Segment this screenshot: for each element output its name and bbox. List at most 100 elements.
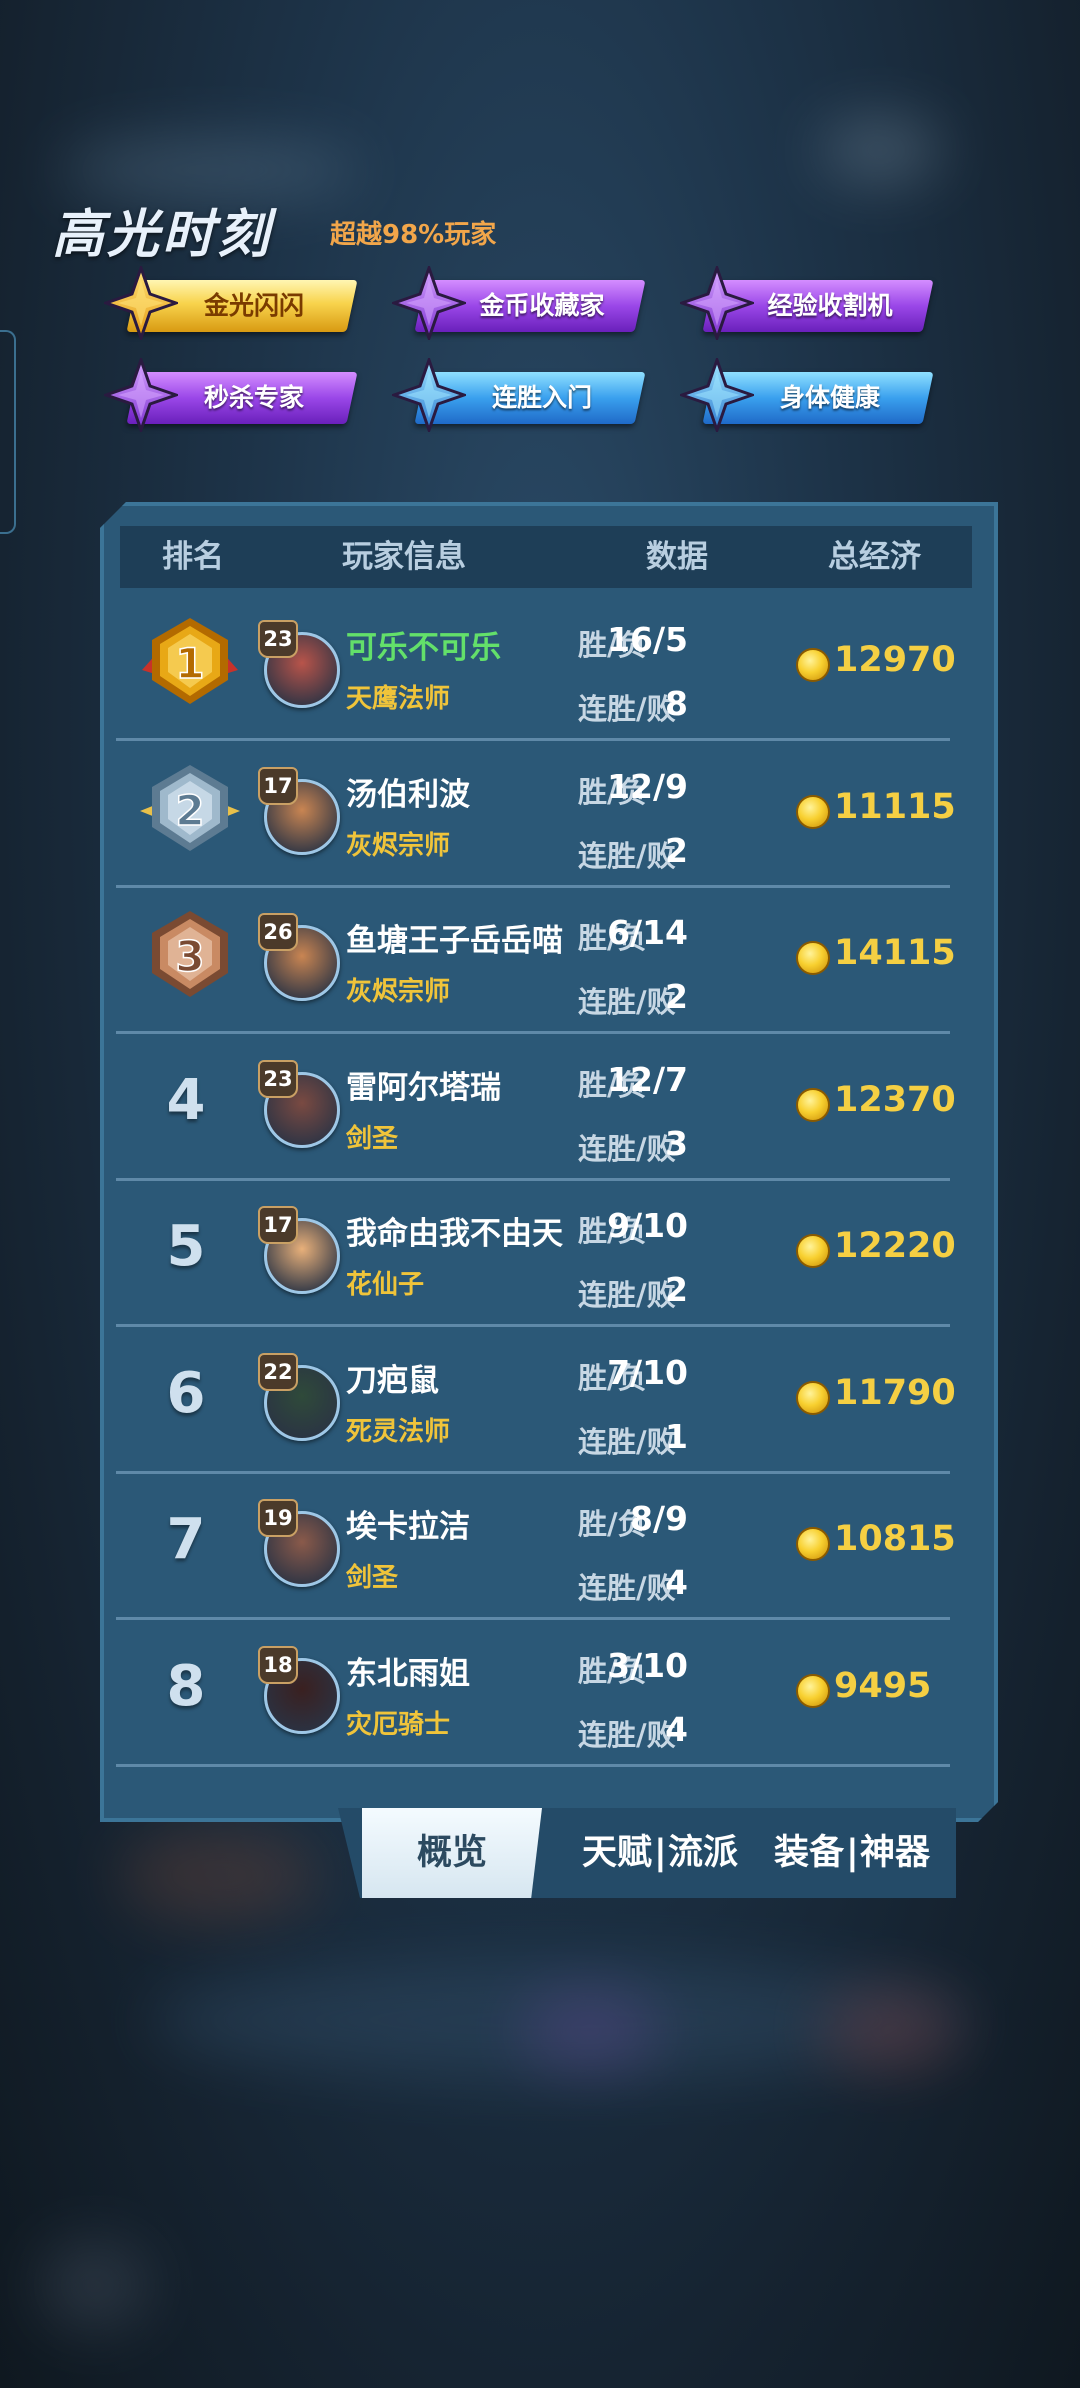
hero-class: 剑圣	[346, 1563, 399, 1593]
badge-item[interactable]: 连胜入门	[392, 358, 646, 432]
economy-value: 10815	[834, 1519, 956, 1559]
badge-item[interactable]: 秒杀专家	[104, 358, 358, 432]
level-badge: 22	[258, 1352, 298, 1391]
coin-icon	[796, 1234, 830, 1268]
tab-bar: 概览 天赋 | 流派 装备 | 神器	[338, 1808, 956, 1898]
level-badge: 23	[258, 1059, 298, 1098]
badge-label: 连胜入门	[491, 383, 592, 412]
player-name: 埃卡拉洁	[346, 1509, 470, 1545]
rank-number: 6	[166, 1360, 206, 1426]
badge-label: 金币收藏家	[479, 291, 605, 320]
table-row[interactable]: 2 17 汤伯利波 灰烬宗师 胜/负 12/9 连胜/败 2 11115	[116, 739, 956, 888]
badge-item[interactable]: 身体健康	[680, 358, 934, 432]
streak-value: 1	[665, 1416, 688, 1456]
win-loss-value: 3/10	[607, 1645, 688, 1685]
hero-class: 灾厄骑士	[346, 1709, 451, 1740]
hero-class: 灰烬宗师	[346, 977, 451, 1007]
economy-value: 14115	[834, 933, 956, 973]
win-loss-value: 12/7	[607, 1059, 688, 1099]
streak-value: 2	[665, 830, 688, 870]
player-name: 鱼塘王子岳岳喵	[346, 923, 563, 959]
streak-label: 连胜/败	[578, 1424, 676, 1459]
coin-icon	[796, 794, 830, 829]
table-row[interactable]: 7 19 埃卡拉洁 剑圣 胜/负 8/9 连胜/败 4 10815	[116, 1471, 956, 1620]
streak-value: 8	[665, 684, 688, 723]
economy-value: 12970	[834, 640, 956, 680]
streak-label: 连胜/败	[578, 1571, 676, 1605]
level-badge: 18	[258, 1645, 298, 1684]
rank-number: 8	[166, 1653, 206, 1719]
header-economy: 总经济	[828, 539, 921, 575]
table-row[interactable]: 6 22 刀疤鼠 死灵法师 胜/负 7/10 连胜/败 1 11790	[116, 1325, 956, 1474]
tab-separator: |	[846, 1833, 859, 1873]
streak-value: 2	[665, 1270, 688, 1309]
rank-medal-icon: 1	[142, 618, 238, 704]
streak-value: 2	[665, 977, 688, 1016]
badge-label: 经验收割机	[767, 291, 893, 320]
coin-icon	[796, 1527, 830, 1561]
streak-label: 连胜/败	[578, 838, 676, 873]
player-name: 东北雨姐	[346, 1655, 470, 1692]
highlights-title: 高光时刻	[52, 205, 273, 265]
coin-icon	[796, 1087, 830, 1122]
hero-class: 花仙子	[346, 1270, 425, 1300]
streak-label: 连胜/败	[578, 1278, 676, 1312]
win-loss-value: 16/5	[607, 620, 688, 659]
economy-value: 12370	[834, 1079, 956, 1120]
badge-item[interactable]: 金光闪闪	[104, 266, 358, 340]
badge-item[interactable]: 金币收藏家	[392, 266, 646, 340]
tab-talent[interactable]: 天赋	[582, 1808, 652, 1898]
player-name: 雷阿尔塔瑞	[346, 1069, 501, 1106]
rank-medal-icon: 3	[152, 911, 228, 997]
hero-class: 剑圣	[346, 1123, 399, 1154]
tab-school[interactable]: 流派	[668, 1808, 738, 1898]
table-row[interactable]: 1 23 可乐不可乐 天鹰法师 胜/负 16/5 连胜/败 8 12970	[116, 592, 956, 741]
win-loss-value: 12/9	[607, 766, 688, 806]
economy-value: 11790	[834, 1372, 956, 1413]
table-row[interactable]: 3 26 鱼塘王子岳岳喵 灰烬宗师 胜/负 6/14 连胜/败 2 14115	[116, 885, 956, 1034]
badge-label: 身体健康	[779, 383, 880, 412]
economy-value: 9495	[834, 1665, 932, 1706]
badge-label: 金光闪闪	[203, 291, 304, 320]
level-badge: 17	[258, 1206, 298, 1244]
rank-medal-icon: 2	[140, 764, 240, 851]
table-row[interactable]: 4 23 雷阿尔塔瑞 剑圣 胜/负 12/7 连胜/败 3 12370	[116, 1032, 956, 1181]
tab-overview[interactable]: 概览	[362, 1808, 542, 1898]
player-name: 刀疤鼠	[346, 1362, 439, 1399]
streak-label: 连胜/败	[578, 1717, 676, 1752]
tab-equipment[interactable]: 装备	[774, 1808, 844, 1898]
streak-value: 4	[665, 1563, 688, 1602]
economy-value: 11115	[834, 786, 956, 827]
coin-icon	[796, 1673, 830, 1708]
win-loss-value: 7/10	[607, 1352, 688, 1392]
rank-medal-number: 2	[175, 786, 204, 835]
level-badge: 26	[258, 913, 298, 951]
rank-number: 4	[166, 1067, 206, 1133]
level-badge: 19	[258, 1499, 298, 1537]
hero-class: 灰烬宗师	[346, 830, 451, 861]
table-row[interactable]: 5 17 我命由我不由天 花仙子 胜/负 9/10 连胜/败 2 12220	[116, 1178, 956, 1327]
coin-icon	[796, 1380, 830, 1415]
streak-value: 3	[665, 1123, 688, 1163]
table-row[interactable]: 8 18 东北雨姐 灾厄骑士 胜/负 3/10 连胜/败 4 9495	[116, 1618, 950, 1767]
streak-label: 连胜/败	[578, 692, 676, 726]
player-name: 汤伯利波	[346, 776, 470, 813]
win-loss-value: 8/9	[630, 1499, 688, 1538]
player-name: 可乐不可乐	[346, 630, 501, 666]
tab-artifact[interactable]: 神器	[860, 1808, 930, 1898]
streak-value: 4	[665, 1709, 688, 1749]
win-loss-value: 9/10	[607, 1206, 688, 1245]
hero-class: 死灵法师	[346, 1416, 451, 1447]
rank-medal-number: 1	[175, 639, 204, 688]
win-loss-value: 6/14	[607, 913, 688, 952]
level-badge: 23	[258, 620, 298, 658]
rank-number: 7	[166, 1507, 206, 1572]
header-rank: 排名	[162, 539, 224, 575]
header-data: 数据	[646, 539, 708, 575]
badge-item[interactable]: 经验收割机	[680, 266, 934, 340]
streak-label: 连胜/败	[578, 985, 676, 1019]
player-name: 我命由我不由天	[346, 1216, 563, 1252]
badge-label: 秒杀专家	[203, 383, 304, 412]
rank-number: 5	[166, 1214, 206, 1279]
side-drawer-handle[interactable]	[0, 330, 16, 534]
